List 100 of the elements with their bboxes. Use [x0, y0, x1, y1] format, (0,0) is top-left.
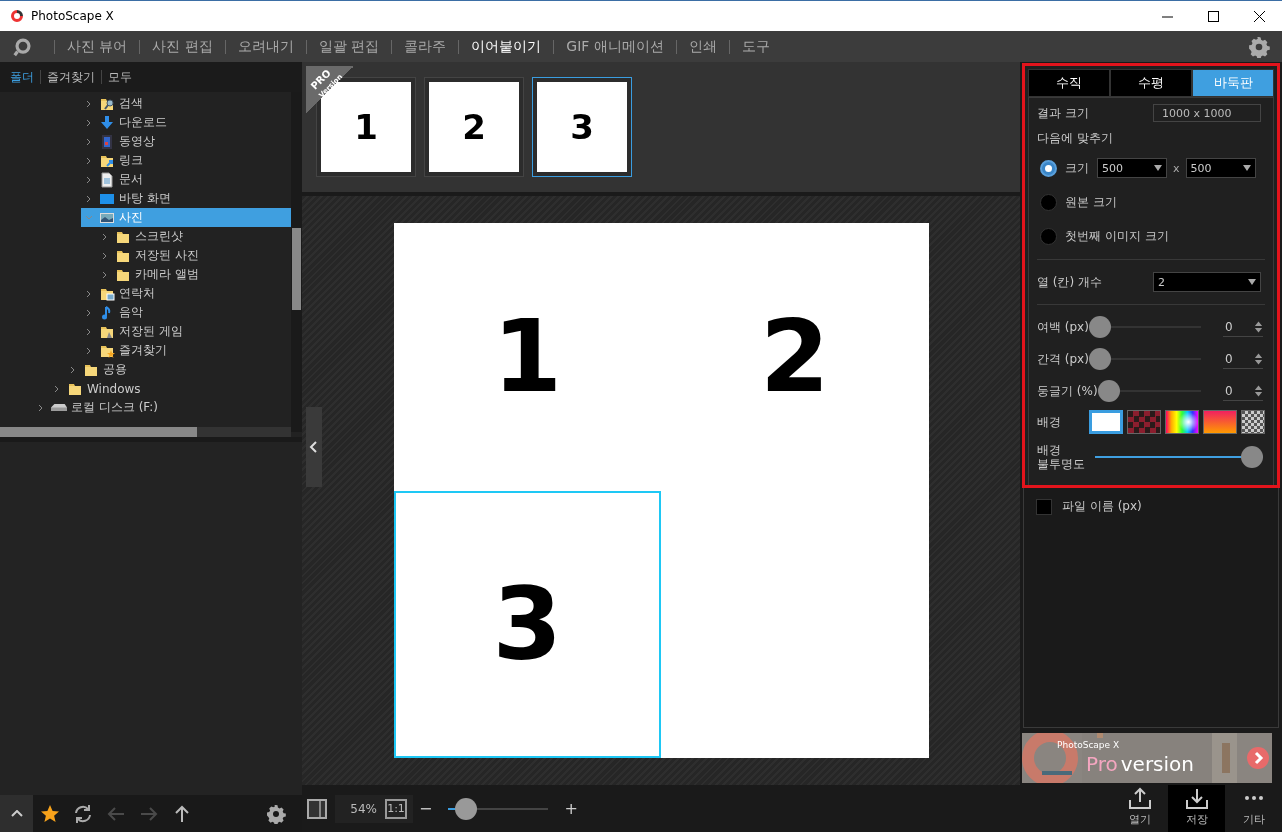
dropdown[interactable]: 2 — [1153, 272, 1261, 292]
chevron-right-icon[interactable] — [101, 251, 109, 260]
star-icon[interactable] — [39, 803, 60, 824]
collage-cell[interactable]: 2 — [661, 223, 929, 491]
tree-item[interactable]: 다운로드 — [81, 113, 291, 132]
tree-item[interactable]: 즐겨찾기 — [81, 341, 291, 360]
settings-icon[interactable] — [265, 803, 286, 824]
chevron-right-icon[interactable] — [85, 137, 93, 146]
chevron-right-icon[interactable] — [85, 175, 93, 184]
chevron-right-icon[interactable] — [69, 365, 77, 374]
field-label: 결과 크기 — [1037, 104, 1089, 122]
tree-item[interactable]: 음악 — [81, 303, 291, 322]
tree-item[interactable]: 공용 — [65, 360, 291, 379]
chevron-right-icon[interactable] — [1247, 747, 1269, 769]
tree-item[interactable]: 연락처 — [81, 284, 291, 303]
more-button[interactable]: 기타 — [1225, 785, 1282, 832]
open-button[interactable]: 열기 — [1111, 785, 1168, 832]
chevron-right-icon[interactable] — [101, 270, 109, 279]
tree-item[interactable]: 저장된 사진 — [97, 246, 291, 265]
collapse-handle[interactable] — [306, 407, 322, 487]
slider-thumb[interactable] — [1088, 316, 1111, 338]
radio-button[interactable] — [1040, 193, 1057, 211]
slider-thumb[interactable] — [455, 797, 478, 820]
menu-tab[interactable]: 인쇄 — [686, 37, 719, 56]
chevron-right-icon[interactable] — [85, 156, 93, 165]
tree-item[interactable]: 문서 — [81, 170, 291, 189]
spinner-icon[interactable] — [1254, 383, 1263, 398]
tree-item[interactable]: 스크린샷 — [97, 227, 291, 246]
promo-title: Pro — [1086, 752, 1118, 776]
spinner-icon[interactable] — [1254, 351, 1263, 366]
chevron-right-icon[interactable] — [101, 232, 109, 241]
radio-button[interactable] — [1040, 227, 1057, 245]
checkbox-label: 파일 이름 (px) — [1062, 498, 1142, 515]
tree-item[interactable]: 링크 — [81, 151, 291, 170]
radio-button[interactable] — [1040, 159, 1057, 177]
thumbnail[interactable]: 2 — [424, 77, 524, 177]
refresh-icon[interactable] — [72, 803, 93, 824]
zoom-level: 54% — [349, 801, 377, 816]
tree-item[interactable]: 동영상 — [81, 132, 291, 151]
menu-tab[interactable]: 오려내기 — [235, 37, 296, 56]
tree-item[interactable]: 카메라 앨범 — [97, 265, 291, 284]
settings-icon[interactable] — [1248, 35, 1270, 58]
slider-thumb[interactable] — [1097, 380, 1120, 402]
opacity-slider[interactable] — [1095, 446, 1263, 468]
promo-banner[interactable]: PhotoScape X Proversion — [1022, 733, 1280, 783]
chevron-right-icon[interactable] — [37, 403, 45, 412]
sidebar-tab[interactable]: 폴더 — [4, 68, 40, 86]
result-size-field: 1000 x 1000 — [1153, 104, 1261, 122]
menu-tab[interactable]: 도구 — [739, 37, 772, 56]
background-swatch[interactable] — [1127, 410, 1161, 434]
tree-item[interactable]: 바탕 화면 — [81, 189, 291, 208]
slider-thumb[interactable] — [1088, 348, 1111, 370]
number-field[interactable]: 0 — [1223, 317, 1263, 337]
collapse-button[interactable] — [0, 795, 33, 832]
background-swatch[interactable] — [1241, 410, 1265, 434]
collage-cell[interactable]: 1 — [393, 223, 661, 491]
collage-cell[interactable]: 3 — [393, 490, 661, 758]
chevron-right-icon[interactable] — [85, 308, 93, 317]
scrollbar[interactable] — [0, 427, 291, 437]
tree-item[interactable]: 저장된 게임 — [81, 322, 291, 341]
menu-tab[interactable]: 사진 편집 — [150, 37, 215, 56]
background-swatch[interactable] — [1165, 410, 1199, 434]
menu-tab[interactable]: 콜라주 — [402, 37, 449, 56]
number-field[interactable]: 0 — [1223, 381, 1263, 401]
sidebar-tab[interactable]: 모두 — [102, 68, 138, 86]
save-button[interactable]: 저장 — [1168, 785, 1225, 832]
sidebar-tab[interactable]: 즐겨찾기 — [41, 68, 101, 86]
mode-tab[interactable]: 수평 — [1110, 69, 1192, 97]
menu-tab[interactable]: 사진 뷰어 — [65, 37, 130, 56]
menu-tab[interactable]: GIF 애니메이션 — [564, 37, 666, 56]
chevron-right-icon[interactable] — [85, 289, 93, 298]
slider-label: 간격 (px) — [1037, 350, 1089, 368]
chevron-right-icon[interactable] — [53, 384, 61, 393]
chevron-right-icon[interactable] — [85, 194, 93, 203]
dropdown[interactable]: 500 — [1097, 158, 1167, 178]
field-label: 배경 — [1037, 413, 1061, 431]
dropdown[interactable]: 500 — [1185, 158, 1256, 178]
number-field[interactable]: 0 — [1223, 349, 1263, 369]
compare-icon[interactable] — [307, 798, 327, 819]
menu-tab[interactable]: 일괄 편집 — [316, 37, 382, 56]
spinner-icon[interactable] — [1254, 319, 1263, 334]
scrollbar[interactable] — [291, 92, 302, 432]
tree-item[interactable]: 로컬 디스크 (F:) — [33, 398, 291, 417]
radio-label: 원본 크기 — [1065, 193, 1117, 211]
checkbox[interactable] — [1036, 498, 1052, 515]
tree-item[interactable]: 검색 — [81, 94, 291, 113]
actual-size-button[interactable]: 1:1 — [385, 798, 407, 819]
chevron-right-icon[interactable] — [85, 346, 93, 355]
zoom-in-button[interactable]: + — [558, 799, 584, 818]
chevron-right-icon[interactable] — [85, 99, 93, 108]
zoom-out-button[interactable]: − — [413, 799, 439, 818]
background-swatch[interactable] — [1203, 410, 1237, 434]
menu-tab[interactable]: 이어붙이기 — [469, 37, 544, 56]
chevron-right-icon[interactable] — [85, 327, 93, 336]
slider-thumb[interactable] — [1241, 446, 1263, 468]
chevron-right-icon[interactable] — [85, 118, 93, 127]
thumbnail[interactable]: 3 — [532, 77, 632, 177]
tree-item[interactable]: Windows — [49, 379, 291, 398]
background-swatch[interactable] — [1089, 410, 1123, 434]
mode-tab[interactable]: 수직 — [1028, 69, 1110, 97]
